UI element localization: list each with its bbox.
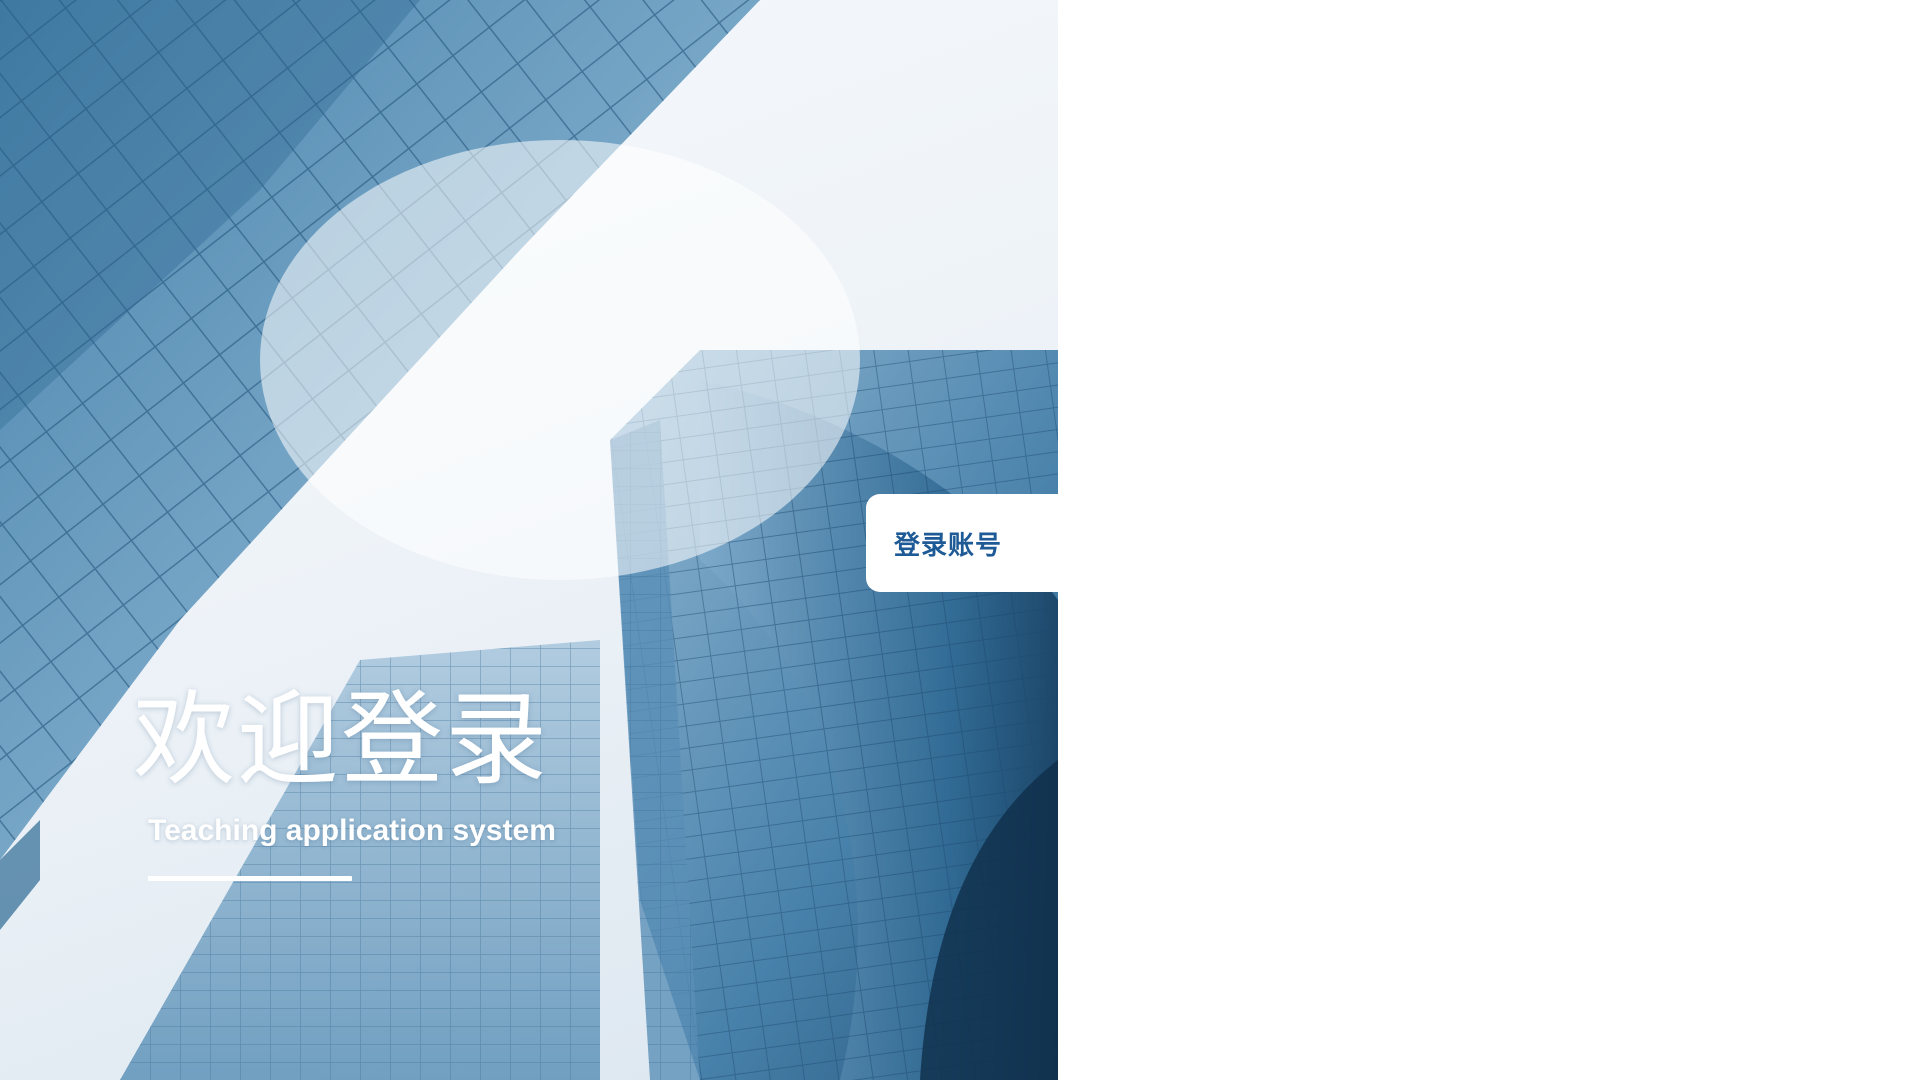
title-underline xyxy=(148,876,352,881)
login-panel xyxy=(1058,0,1920,1080)
welcome-subtitle: Teaching application system xyxy=(148,814,556,847)
welcome-title: 欢迎登录 xyxy=(133,681,549,800)
tab-login-account-label: 登录账号 xyxy=(894,530,1003,561)
login-page: 欢迎登录 Teaching application system 登录账号 xyxy=(0,0,1920,1080)
tab-login-account[interactable]: 登录账号 xyxy=(866,494,1060,592)
